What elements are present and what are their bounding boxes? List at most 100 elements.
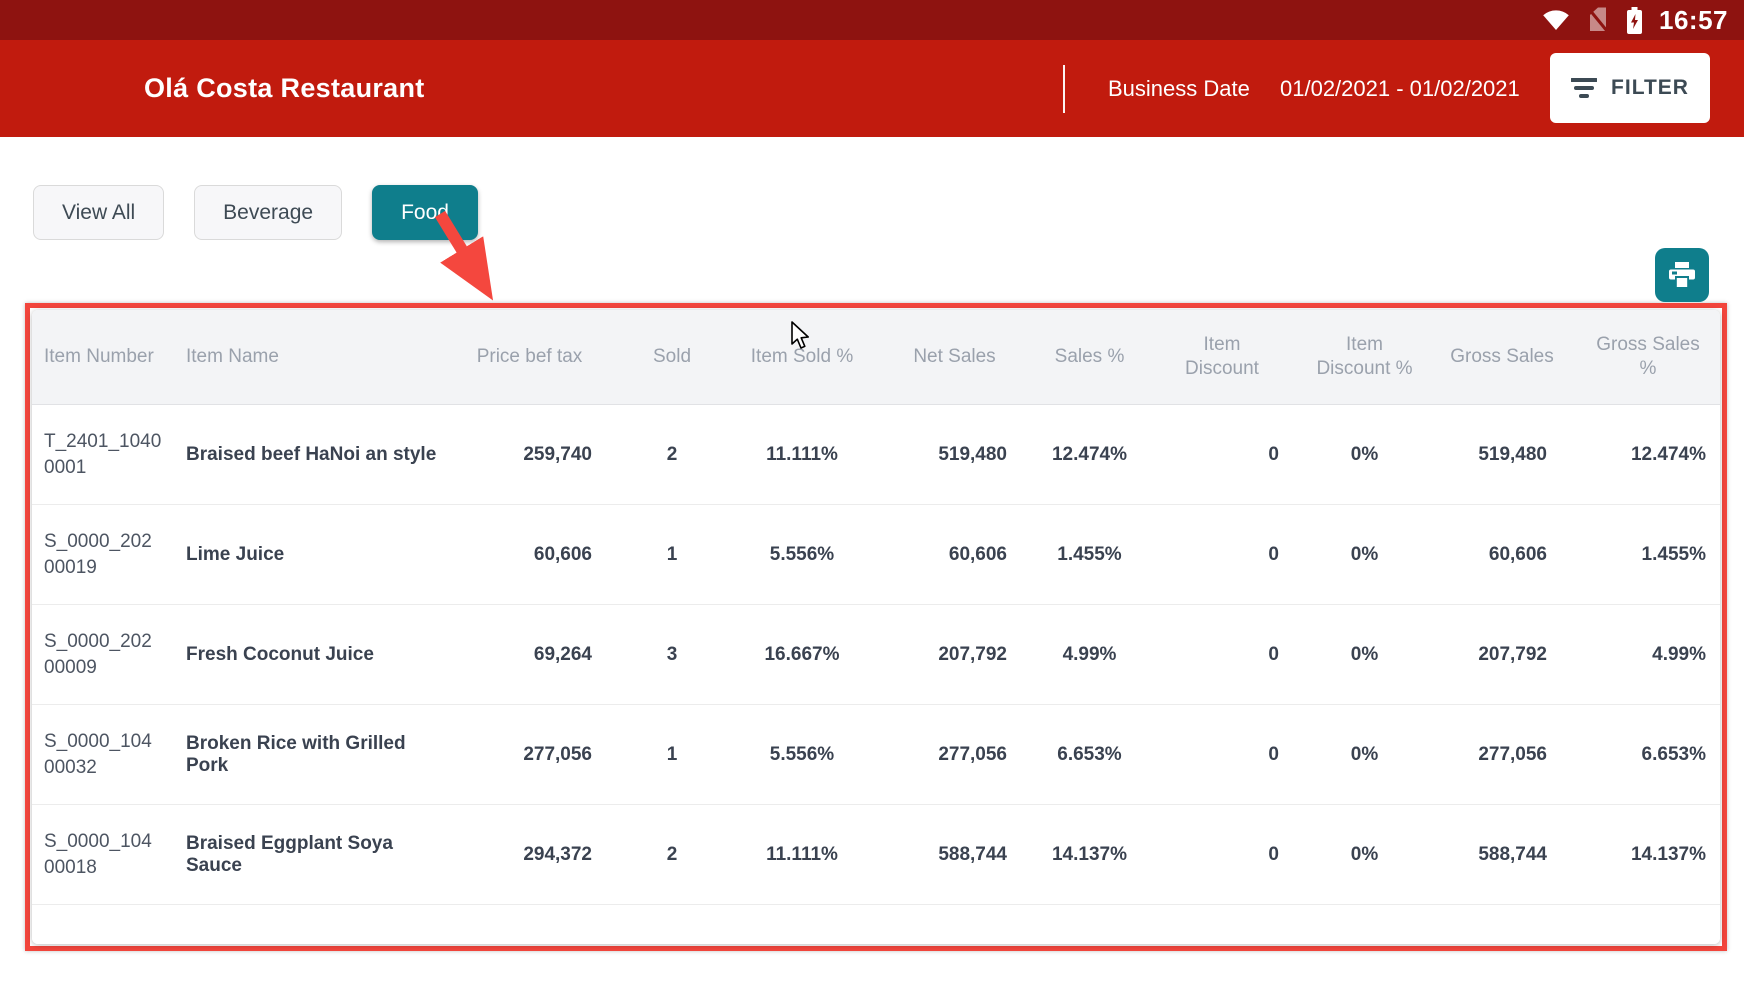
- cell-item-number: S_0000_104 00018: [32, 829, 162, 880]
- cell-gross-sales-pct: 14.137%: [1572, 844, 1720, 866]
- cell-item-sold-pct: 5.556%: [727, 944, 877, 945]
- table-body: T_2401_1040 0001 Braised beef HaNoi an s…: [32, 405, 1720, 944]
- category-chips: View All Beverage Food: [33, 185, 478, 240]
- wifi-icon: [1542, 8, 1570, 32]
- screen: 16:57 Olá Costa Restaurant Business Date…: [0, 0, 1744, 981]
- cell-net-sales: 60,606: [877, 544, 1032, 566]
- cell-item-discount: 0: [1147, 544, 1297, 566]
- header-cell-price-bef-tax[interactable]: Price bef tax: [442, 310, 617, 404]
- no-sim-icon: [1586, 7, 1610, 33]
- cell-item-discount: 0: [1147, 444, 1297, 466]
- cell-price-bef-tax: 69,264: [442, 644, 617, 666]
- cell-item-number: S_0000_104 00032: [32, 729, 162, 780]
- cell-net-sales: 519,480: [877, 444, 1032, 466]
- cell-gross-sales: 519,480: [1432, 444, 1572, 466]
- cell-sold: 1: [617, 944, 727, 945]
- app-header: Olá Costa Restaurant Business Date 01/02…: [0, 40, 1744, 137]
- cell-item-discount-pct: 0%: [1297, 444, 1432, 466]
- status-time: 16:57: [1659, 5, 1728, 36]
- cell-item-discount-pct: 0%: [1297, 544, 1432, 566]
- header-divider: [1063, 65, 1065, 113]
- cell-gross-sales: 60,606: [1432, 544, 1572, 566]
- table-header: Item Number Item Name Price bef tax Sold…: [32, 310, 1720, 405]
- filter-button-label: FILTER: [1611, 76, 1689, 100]
- cell-item-number: S_0000_202 00009: [32, 629, 162, 680]
- cell-item-sold-pct: 5.556%: [727, 544, 877, 566]
- cell-item-discount: 0: [1147, 844, 1297, 866]
- business-date-label: Business Date: [1108, 40, 1250, 137]
- header-cell-item-number[interactable]: Item Number: [32, 310, 162, 404]
- cell-sales-pct: 4.99%: [1032, 644, 1147, 666]
- table-row: S_0000_202 00009 Fresh Coconut Juice 69,…: [32, 605, 1720, 705]
- status-bar: 16:57: [0, 0, 1744, 40]
- cell-sold: 2: [617, 844, 727, 866]
- cell-item-sold-pct: 16.667%: [727, 644, 877, 666]
- cell-item-name: Broken Rice with Grilled Pork: [162, 733, 442, 777]
- report-table-card: Item Number Item Name Price bef tax Sold…: [32, 310, 1720, 944]
- cell-item-discount: 0: [1147, 944, 1297, 945]
- table-row: T_2401_1040 0001 Braised beef HaNoi an s…: [32, 405, 1720, 505]
- cell-item-name: Fresh Coconut Juice: [162, 644, 442, 666]
- cell-gross-sales: 207,792: [1432, 644, 1572, 666]
- cell-net-sales: 588,744: [877, 844, 1032, 866]
- header-cell-gross-sales[interactable]: Gross Sales: [1432, 310, 1572, 404]
- filter-button[interactable]: FILTER: [1550, 53, 1710, 123]
- cell-sales-pct: 2.079%: [1032, 944, 1147, 945]
- print-button[interactable]: [1655, 248, 1709, 302]
- header-cell-sold[interactable]: Sold: [617, 310, 727, 404]
- header-cell-item-discount-pct[interactable]: Item Discount %: [1297, 310, 1432, 404]
- cell-price-bef-tax: 294,372: [442, 844, 617, 866]
- cell-gross-sales-pct: 1.455%: [1572, 544, 1720, 566]
- cell-item-discount-pct: 0%: [1297, 844, 1432, 866]
- cell-item-name: Braised beef HaNoi an style: [162, 444, 442, 466]
- cell-item-name: Lime Juice: [162, 544, 442, 566]
- cell-gross-sales-pct: 4.99%: [1572, 644, 1720, 666]
- page-title: Olá Costa Restaurant: [144, 40, 425, 137]
- cell-gross-sales: 277,056: [1432, 744, 1572, 766]
- cell-item-name: Braised Eggplant Soya Sauce: [162, 833, 442, 877]
- table-row: S_0000_104 00032 Broken Rice with Grille…: [32, 705, 1720, 805]
- cell-sales-pct: 6.653%: [1032, 744, 1147, 766]
- table-row: S_0000_202 00019 Lime Juice 60,606 1 5.5…: [32, 505, 1720, 605]
- cell-price-bef-tax: 60,606: [442, 544, 617, 566]
- header-cell-item-discount[interactable]: Item Discount: [1147, 310, 1297, 404]
- business-date-value[interactable]: 01/02/2021 - 01/02/2021: [1280, 40, 1520, 137]
- cell-gross-sales-pct: 12.474%: [1572, 444, 1720, 466]
- cell-item-sold-pct: 5.556%: [727, 744, 877, 766]
- header-cell-gross-sales-pct[interactable]: Gross Sales %: [1572, 310, 1720, 404]
- header-cell-net-sales[interactable]: Net Sales: [877, 310, 1032, 404]
- cell-sales-pct: 12.474%: [1032, 444, 1147, 466]
- cell-net-sales: 207,792: [877, 644, 1032, 666]
- cell-price-bef-tax: 86,580: [442, 944, 617, 945]
- cell-item-sold-pct: 11.111%: [727, 844, 877, 866]
- cell-sales-pct: 1.455%: [1032, 544, 1147, 566]
- cell-price-bef-tax: 259,740: [442, 444, 617, 466]
- cell-sold: 1: [617, 744, 727, 766]
- filter-lines-icon: [1571, 77, 1597, 99]
- cell-sold: 3: [617, 644, 727, 666]
- chip-beverage[interactable]: Beverage: [194, 185, 342, 240]
- header-cell-sales-pct[interactable]: Sales %: [1032, 310, 1147, 404]
- header-cell-item-sold-pct[interactable]: Item Sold %: [727, 310, 877, 404]
- table-row: S_0000_204 Blueberry Lemon Cool 86,580 1…: [32, 905, 1720, 944]
- cell-item-discount-pct: 0%: [1297, 744, 1432, 766]
- cell-item-number: S_0000_202 00019: [32, 529, 162, 580]
- chip-view-all[interactable]: View All: [33, 185, 164, 240]
- printer-icon: [1667, 261, 1697, 289]
- header-cell-item-name[interactable]: Item Name: [162, 310, 442, 404]
- cell-item-name: Blueberry Lemon Cool: [162, 944, 442, 945]
- cell-item-discount: 0: [1147, 744, 1297, 766]
- annotation-highlight-box: Item Number Item Name Price bef tax Sold…: [25, 303, 1727, 951]
- cell-item-discount-pct: 0%: [1297, 644, 1432, 666]
- cell-gross-sales: 588,744: [1432, 844, 1572, 866]
- cell-sold: 2: [617, 444, 727, 466]
- cell-net-sales: 86,580: [877, 944, 1032, 945]
- cell-sold: 1: [617, 544, 727, 566]
- chip-food[interactable]: Food: [372, 185, 478, 240]
- cell-net-sales: 277,056: [877, 744, 1032, 766]
- cell-gross-sales-pct: 6.653%: [1572, 744, 1720, 766]
- cell-item-discount: 0: [1147, 644, 1297, 666]
- battery-charging-icon: [1626, 7, 1643, 34]
- cell-item-number: S_0000_204: [32, 942, 162, 944]
- cell-item-sold-pct: 11.111%: [727, 444, 877, 466]
